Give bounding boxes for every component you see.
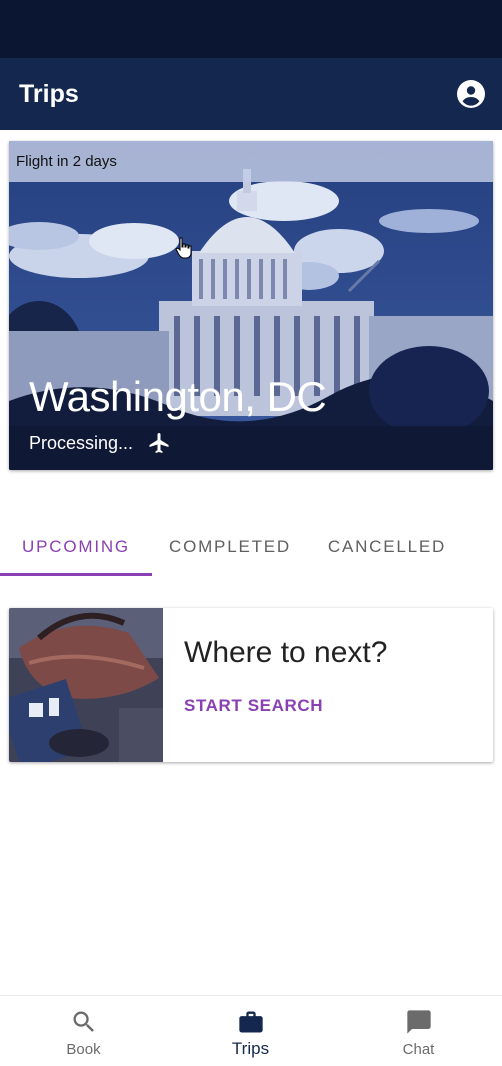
- nav-item-book[interactable]: Book: [0, 996, 167, 1066]
- hand-cursor-icon: [175, 237, 192, 259]
- page-title: Trips: [19, 79, 79, 108]
- where-to-next-card[interactable]: Where to next? START SEARCH: [9, 608, 493, 762]
- bottom-navigation: Book Trips Chat: [0, 995, 502, 1066]
- tab-cancelled[interactable]: CANCELLED: [316, 518, 458, 576]
- trip-status: Processing...: [29, 431, 171, 455]
- start-search-button[interactable]: START SEARCH: [184, 696, 323, 716]
- search-icon: [73, 1011, 94, 1032]
- nav-label-chat: Chat: [402, 1041, 435, 1058]
- trip-card-washington[interactable]: Flight in 2 days Washington, DC Processi…: [9, 141, 493, 470]
- trip-tabs: UPCOMING COMPLETED CANCELLED: [0, 518, 502, 576]
- airplane-icon: [149, 433, 169, 453]
- tab-completed[interactable]: COMPLETED: [158, 518, 302, 576]
- chat-icon: [406, 1010, 431, 1034]
- tab-upcoming[interactable]: UPCOMING: [0, 518, 152, 576]
- active-tab-indicator: [0, 573, 152, 576]
- briefcase-icon: [238, 1011, 263, 1033]
- trip-status-text: Processing...: [29, 432, 134, 453]
- nav-label-trips: Trips: [231, 1039, 270, 1058]
- nav-item-trips[interactable]: Trips: [167, 996, 334, 1066]
- account-circle-icon: [457, 80, 485, 108]
- nav-item-chat[interactable]: Chat: [335, 996, 502, 1066]
- app-bar: Trips: [0, 58, 502, 130]
- nav-label-book: Book: [66, 1041, 101, 1058]
- where-to-next-title: Where to next?: [184, 636, 388, 669]
- flight-countdown-banner: Flight in 2 days: [9, 141, 493, 182]
- luggage-image: [9, 608, 163, 762]
- account-button[interactable]: [456, 79, 486, 109]
- status-bar: [0, 0, 502, 58]
- destination-city: Washington, DC: [29, 373, 327, 420]
